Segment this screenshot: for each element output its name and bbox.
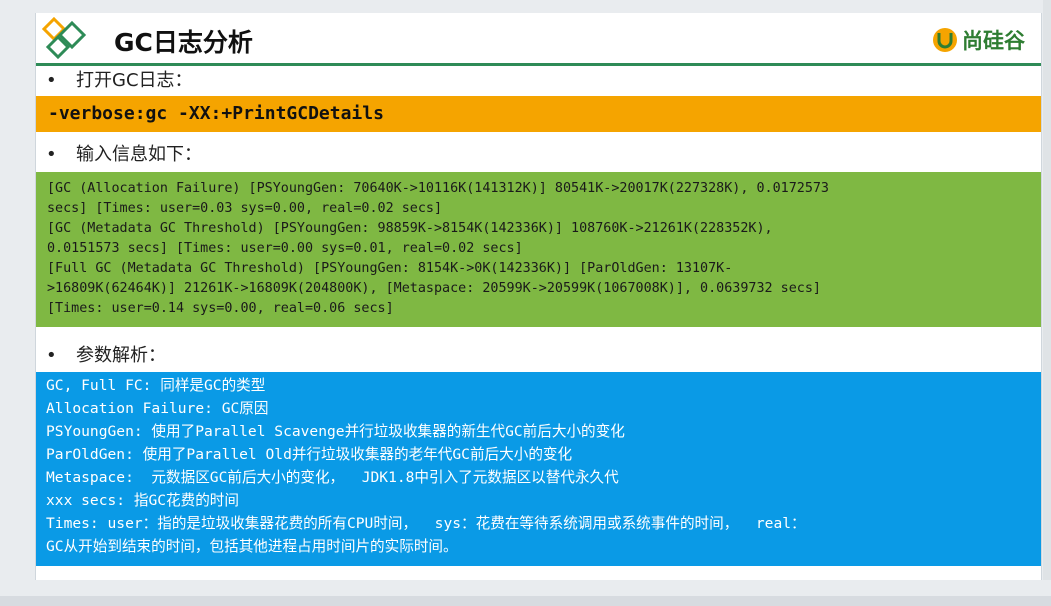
brand-name: 尚硅谷 — [962, 29, 1025, 53]
explain-line: ParOldGen: 使用了Parallel Old并行垃圾收集器的老年代GC前… — [46, 446, 573, 463]
bullet-dot-icon: • — [46, 144, 57, 165]
bullet-param-parse: • 参数解析： — [46, 341, 166, 371]
page-title: GC日志分析 — [114, 28, 253, 57]
explanation-box: GC, Full FC: 同样是GC的类型 Allocation Failure… — [36, 372, 1041, 566]
slide: GC日志分析 尚硅谷 • 打开GC日志： -verbose:gc -XX:+Pri… — [35, 13, 1042, 580]
explain-line: xxx secs: 指GC花费的时间 — [46, 492, 239, 509]
explain-line: Allocation Failure: GC原因 — [46, 400, 269, 417]
bullet-text: 打开GC日志： — [76, 70, 193, 91]
taskbar-strip — [0, 596, 1051, 606]
log-line: secs] [Times: user=0.03 sys=0.00, real=0… — [47, 201, 443, 216]
explain-line: PSYoungGen: 使用了Parallel Scavenge并行垃圾收集器的… — [46, 423, 625, 440]
log-line: >16809K(62464K)] 21261K->16809K(204800K)… — [47, 281, 821, 296]
bullet-output-info: • 输入信息如下： — [46, 140, 202, 170]
brand-logo: 尚硅谷 — [932, 25, 1025, 55]
log-line: 0.0151573 secs] [Times: user=0.00 sys=0.… — [47, 241, 523, 256]
vertical-scrollbar[interactable] — [1043, 0, 1051, 580]
gc-log-box: [GC (Allocation Failure) [PSYoungGen: 70… — [36, 172, 1041, 327]
log-line: [GC (Metadata GC Threshold) [PSYoungGen:… — [47, 221, 773, 236]
bullet-dot-icon: • — [46, 70, 57, 91]
log-line: [GC (Allocation Failure) [PSYoungGen: 70… — [47, 181, 829, 196]
explain-line: Metaspace: 元数据区GC前后大小的变化， JDK1.8中引入了元数据区… — [46, 469, 619, 486]
explain-line: GC, Full FC: 同样是GC的类型 — [46, 377, 266, 394]
bullet-dot-icon: • — [46, 345, 57, 366]
command-box: -verbose:gc -XX:+PrintGCDetails — [36, 96, 1041, 132]
bullet-text: 输入信息如下： — [76, 144, 202, 165]
explain-line: Times: user：指的是垃圾收集器花费的所有CPU时间， sys：花费在等… — [46, 515, 806, 532]
brand-u-icon — [933, 28, 957, 52]
diamond-logo-icon — [42, 17, 87, 60]
log-line: [Full GC (Metadata GC Threshold) [PSYoun… — [47, 261, 733, 276]
command-text: -verbose:gc -XX:+PrintGCDetails — [48, 103, 384, 124]
log-line: [Times: user=0.14 sys=0.00, real=0.06 se… — [47, 301, 394, 316]
slide-header: GC日志分析 尚硅谷 — [36, 13, 1041, 65]
bullet-text: 参数解析： — [76, 345, 166, 366]
explain-line: GC从开始到结束的时间，包括其他进程占用时间片的实际时间。 — [46, 538, 458, 555]
bullet-open-gc-log: • 打开GC日志： — [46, 66, 193, 96]
